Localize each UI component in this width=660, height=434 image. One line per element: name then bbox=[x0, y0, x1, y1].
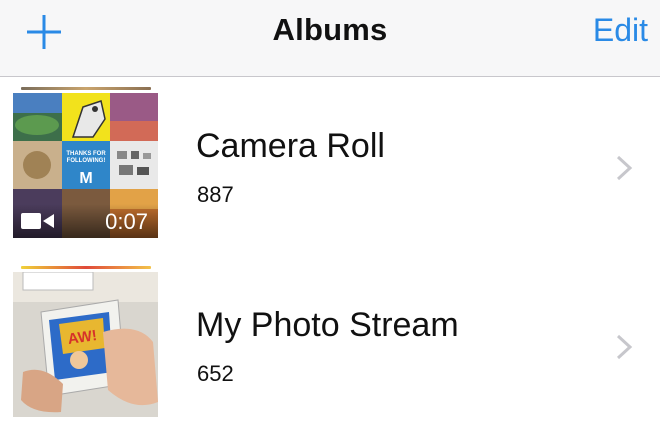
album-count: 652 bbox=[197, 361, 234, 386]
video-badge: 0:07 bbox=[13, 204, 158, 238]
album-thumbnail-stack: AW! bbox=[13, 264, 158, 417]
thumb-letter: M bbox=[79, 170, 92, 187]
edit-button[interactable]: Edit bbox=[593, 12, 648, 49]
album-row-photo-stream[interactable]: AW! My Photo Stream 652 bbox=[0, 264, 660, 434]
album-name: My Photo Stream bbox=[196, 306, 459, 344]
album-count: 887 bbox=[197, 182, 234, 207]
page-title: Albums bbox=[272, 12, 388, 47]
photo-stream-image: AW! bbox=[13, 272, 158, 417]
album-thumbnail: THANKS FOR FOLLOWING! M 0:07 bbox=[13, 93, 158, 238]
stack-edge bbox=[21, 87, 151, 90]
album-row-camera-roll[interactable]: THANKS FOR FOLLOWING! M 0:07 Camera Roll… bbox=[0, 85, 660, 255]
album-name: Camera Roll bbox=[196, 127, 385, 165]
video-camera-icon bbox=[21, 213, 54, 229]
video-duration: 0:07 bbox=[105, 209, 148, 234]
album-thumbnail: AW! bbox=[13, 272, 158, 417]
navigation-bar: Albums Edit bbox=[0, 0, 660, 77]
chevron-right-icon bbox=[616, 334, 633, 360]
album-thumbnail-stack: THANKS FOR FOLLOWING! M 0:07 bbox=[13, 85, 158, 238]
thumb-text-bottom: FOLLOWING! bbox=[67, 158, 106, 164]
chevron-right-icon bbox=[616, 155, 633, 181]
thumb-text-top: THANKS FOR bbox=[66, 151, 106, 157]
stack-edge bbox=[21, 266, 151, 269]
